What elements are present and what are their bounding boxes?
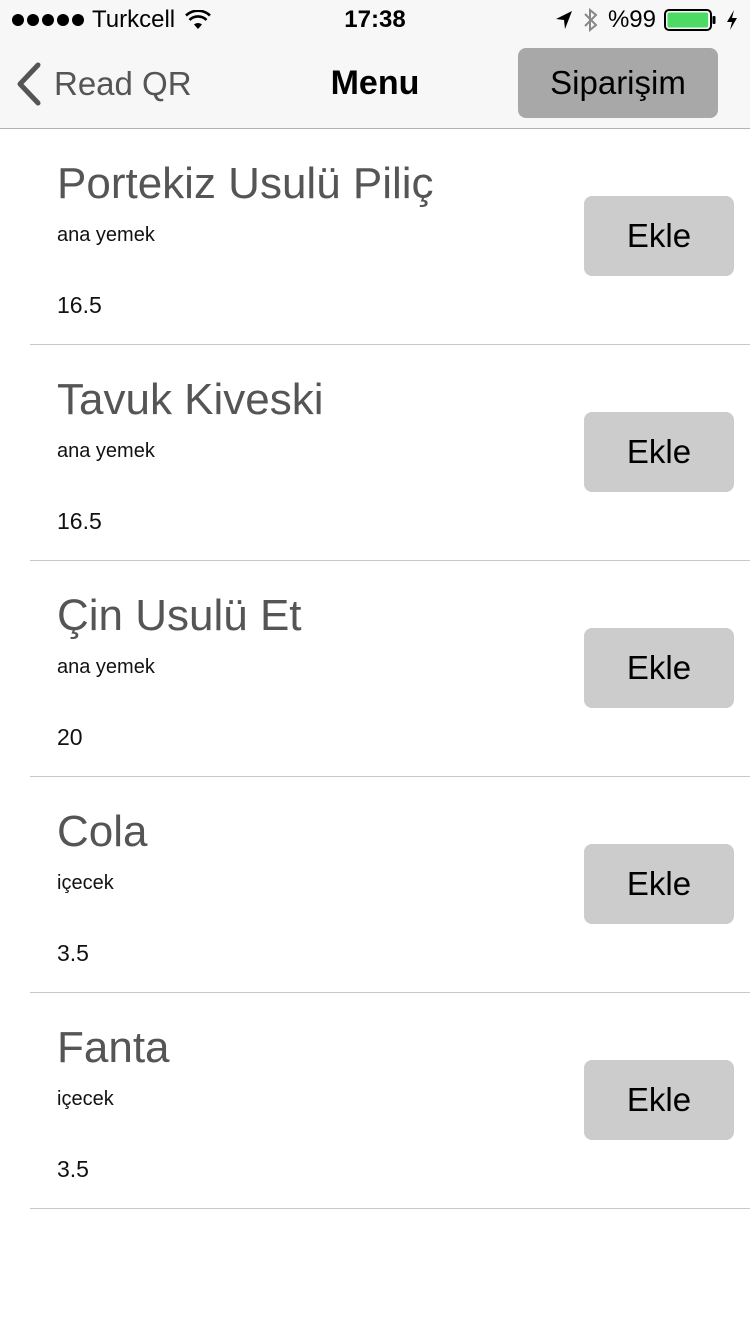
item-name: Tavuk Kiveski: [57, 375, 324, 424]
bluetooth-icon: [584, 7, 598, 33]
location-arrow-icon: [555, 11, 572, 29]
add-button[interactable]: Ekle: [584, 628, 734, 708]
back-button-label: Read QR: [54, 65, 192, 102]
list-item: Çin Usulü Et ana yemek 20 Ekle: [30, 561, 750, 777]
item-name: Fanta: [57, 1023, 170, 1072]
item-price: 20: [57, 724, 83, 750]
item-price: 16.5: [57, 508, 102, 534]
item-name: Çin Usulü Et: [57, 591, 302, 640]
list-item: Portekiz Usulü Piliç ana yemek 16.5 Ekle: [30, 129, 750, 345]
item-category: içecek: [57, 1088, 114, 1110]
item-category: ana yemek: [57, 224, 155, 246]
item-name: Portekiz Usulü Piliç: [57, 159, 434, 208]
item-category: ana yemek: [57, 656, 155, 678]
battery-icon: [664, 9, 716, 31]
battery-percent: %99: [607, 6, 656, 33]
item-price: 16.5: [57, 292, 102, 318]
navigation-bar: Read QR Menu Siparişim: [0, 40, 750, 129]
menu-list: Portekiz Usulü Piliç ana yemek 16.5 Ekle…: [0, 129, 750, 1209]
item-price: 3.5: [57, 940, 89, 966]
list-item: Tavuk Kiveski ana yemek 16.5 Ekle: [30, 345, 750, 561]
my-order-button[interactable]: Siparişim: [518, 48, 718, 118]
add-button[interactable]: Ekle: [584, 1060, 734, 1140]
list-item: Fanta içecek 3.5 Ekle: [30, 993, 750, 1209]
back-button[interactable]: Read QR: [14, 62, 192, 106]
item-price: 3.5: [57, 1156, 89, 1182]
charging-bolt-icon: [727, 10, 737, 30]
back-chevron-icon: [17, 62, 41, 106]
add-button[interactable]: Ekle: [584, 196, 734, 276]
list-item: Cola içecek 3.5 Ekle: [30, 777, 750, 993]
item-category: içecek: [57, 872, 114, 894]
status-right: %99: [554, 6, 738, 34]
item-name: Cola: [57, 807, 148, 856]
status-bar: Turkcell 17:38 %99: [0, 0, 750, 40]
item-category: ana yemek: [57, 440, 155, 462]
add-button[interactable]: Ekle: [584, 412, 734, 492]
add-button[interactable]: Ekle: [584, 844, 734, 924]
